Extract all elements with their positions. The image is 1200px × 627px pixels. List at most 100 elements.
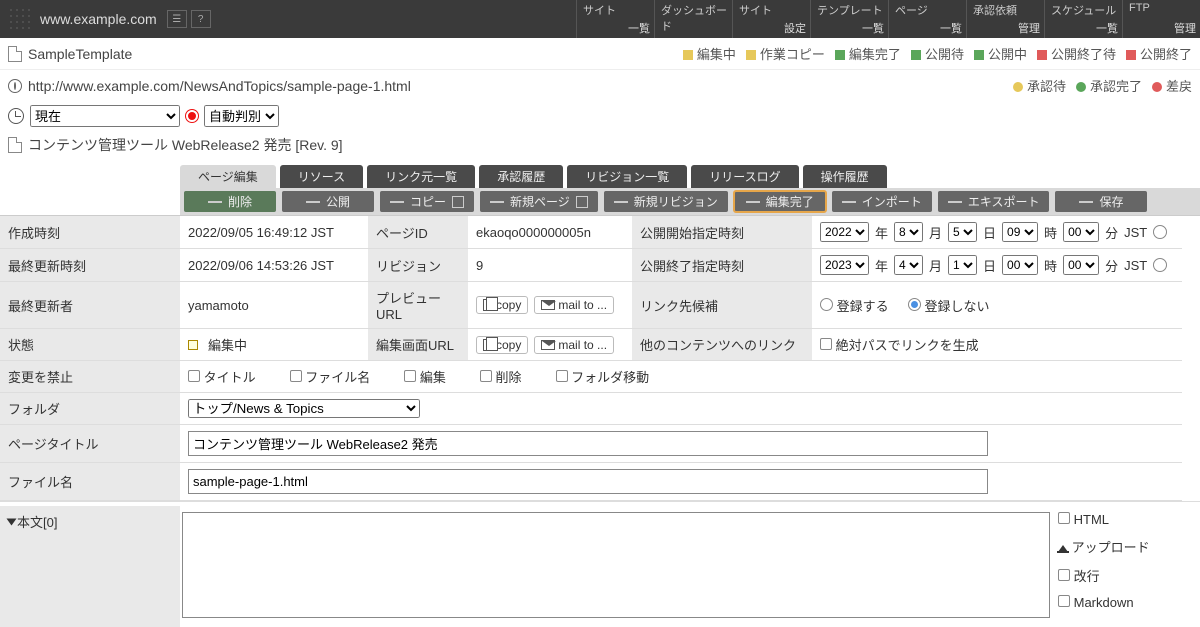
nav-item-6[interactable]: スケジュール一覧 xyxy=(1044,0,1122,38)
page-long-title: コンテンツ管理ツール WebRelease2 発売 [Rev. 9] xyxy=(28,135,343,155)
newrevision-button[interactable]: 新規リビジョン xyxy=(604,191,728,212)
template-icon xyxy=(8,46,22,62)
preview-label: プレビューURL xyxy=(368,282,468,329)
export-button[interactable]: エキスポート xyxy=(938,191,1050,212)
clock-icon xyxy=(8,108,24,124)
body-wrap-checkbox[interactable]: 改行 xyxy=(1058,566,1150,585)
status-value: 編集中 xyxy=(180,329,368,361)
body-label[interactable]: 本文[0] xyxy=(0,506,130,537)
pubstart-day[interactable]: 5 xyxy=(948,222,977,242)
encoding-select[interactable]: 自動判別 xyxy=(204,105,279,127)
updated-label: 最終更新時刻 xyxy=(0,249,180,282)
nav-item-4[interactable]: ページ一覧 xyxy=(888,0,966,38)
template-name: SampleTemplate xyxy=(28,46,132,62)
pagetitle-label: ページタイトル xyxy=(0,425,180,463)
pubstart-min[interactable]: 00 xyxy=(1063,222,1099,242)
pubend-min[interactable]: 00 xyxy=(1063,255,1099,275)
pagetitle-input[interactable] xyxy=(188,431,988,456)
mail-icon xyxy=(541,340,555,350)
otherlink-label: 他のコンテンツへのリンク xyxy=(632,329,812,361)
tab-承認履歴[interactable]: 承認履歴 xyxy=(479,165,563,188)
preview-copy-button[interactable]: copy xyxy=(476,296,528,314)
updated-value: 2022/09/06 14:53:26 JST xyxy=(180,249,368,282)
pageid-label: ページID xyxy=(368,216,468,249)
pubend-hour[interactable]: 00 xyxy=(1002,255,1038,275)
copy-icon xyxy=(483,299,493,311)
author-value: yamamoto xyxy=(180,282,368,329)
legend-item: 作業コピー xyxy=(746,44,825,63)
legend-item: 公開中 xyxy=(974,44,1027,63)
app-logo xyxy=(8,7,32,31)
revision-value: 9 xyxy=(468,249,632,282)
copy-icon xyxy=(483,339,493,351)
pubend-month[interactable]: 4 xyxy=(894,255,923,275)
tab-ページ編集[interactable]: ページ編集 xyxy=(180,165,276,188)
pubstart-label: 公開開始指定時刻 xyxy=(632,216,812,249)
legend-item: 公開待 xyxy=(911,44,964,63)
editurl-mail-button[interactable]: mail to ... xyxy=(534,336,614,354)
protect-label: 変更を禁止 xyxy=(0,361,180,393)
page-icon xyxy=(8,137,22,153)
pubstart-month[interactable]: 8 xyxy=(894,222,923,242)
revision-label: リビジョン xyxy=(368,249,468,282)
import-button[interactable]: インポート xyxy=(832,191,932,212)
upload-icon xyxy=(1058,545,1068,552)
author-label: 最終更新者 xyxy=(0,282,180,329)
editdone-button[interactable]: 編集完了 xyxy=(734,191,826,212)
pubend-field: 2023年 4月 1日 00時 00分 JST xyxy=(812,249,1182,282)
register-yes[interactable]: 登録する xyxy=(820,296,889,315)
register-no[interactable]: 登録しない xyxy=(908,296,990,315)
nav-item-2[interactable]: サイト設定 xyxy=(732,0,810,38)
toolbar-small-icon-1[interactable]: ☰ xyxy=(167,10,187,28)
pubend-day[interactable]: 1 xyxy=(948,255,977,275)
pubstart-hour[interactable]: 09 xyxy=(1002,222,1038,242)
time-select[interactable]: 現在 xyxy=(30,105,180,127)
copy-button[interactable]: コピー xyxy=(380,191,474,212)
legend-item: 差戻 xyxy=(1152,76,1192,95)
folder-select[interactable]: トップ/News & Topics xyxy=(188,399,420,418)
save-button[interactable]: 保存 xyxy=(1055,191,1147,212)
tab-リソース[interactable]: リソース xyxy=(280,165,363,188)
filename-label: ファイル名 xyxy=(0,463,180,501)
editurl-copy-button[interactable]: copy xyxy=(476,336,528,354)
nav-item-7[interactable]: FTP管理 xyxy=(1122,0,1200,38)
protect-opt-編集[interactable]: 編集 xyxy=(404,367,446,386)
protect-opt-フォルダ移動[interactable]: フォルダ移動 xyxy=(556,367,650,386)
tab-操作履歴[interactable]: 操作履歴 xyxy=(803,165,887,188)
nav-item-0[interactable]: サイト一覧 xyxy=(576,0,654,38)
protect-opt-ファイル名[interactable]: ファイル名 xyxy=(290,367,371,386)
publish-button[interactable]: 公開 xyxy=(282,191,374,212)
filename-input[interactable] xyxy=(188,469,988,494)
chevron-down-icon xyxy=(7,519,17,526)
created-label: 作成時刻 xyxy=(0,216,180,249)
linkcand-label: リンク先候補 xyxy=(632,282,812,329)
abspath-checkbox[interactable]: 絶対パスでリンクを生成 xyxy=(820,335,979,354)
protect-opt-削除[interactable]: 削除 xyxy=(480,367,522,386)
clock-icon[interactable] xyxy=(1153,225,1167,239)
delete-button[interactable]: 削除 xyxy=(184,191,276,212)
newpage-button[interactable]: 新規ページ xyxy=(480,191,598,212)
nav-item-5[interactable]: 承認依頼管理 xyxy=(966,0,1044,38)
body-upload-button[interactable]: アップロード xyxy=(1058,537,1150,556)
pubend-year[interactable]: 2023 xyxy=(820,255,869,275)
tab-リビジョン一覧[interactable]: リビジョン一覧 xyxy=(567,165,687,188)
body-markdown-checkbox[interactable]: Markdown xyxy=(1058,595,1150,610)
nav-item-1[interactable]: ダッシュボード xyxy=(654,0,732,38)
preview-mail-button[interactable]: mail to ... xyxy=(534,296,614,314)
editurl-label: 編集画面URL xyxy=(368,329,468,361)
tab-リンク元一覧[interactable]: リンク元一覧 xyxy=(367,165,475,188)
page-url: http://www.example.com/NewsAndTopics/sam… xyxy=(28,78,411,94)
help-icon[interactable]: ? xyxy=(191,10,211,28)
status-label: 状態 xyxy=(0,329,180,361)
clock-icon[interactable] xyxy=(1153,258,1167,272)
tab-リリースログ[interactable]: リリースログ xyxy=(691,165,798,188)
body-textarea[interactable] xyxy=(182,512,1050,618)
legend-item: 承認完了 xyxy=(1076,76,1142,95)
legend-item: 公開終了待 xyxy=(1037,44,1116,63)
pubend-label: 公開終了指定時刻 xyxy=(632,249,812,282)
protect-opt-タイトル[interactable]: タイトル xyxy=(188,367,256,386)
nav-item-3[interactable]: テンプレート一覧 xyxy=(810,0,888,38)
legend-item: 承認待 xyxy=(1013,76,1066,95)
pubstart-year[interactable]: 2022 xyxy=(820,222,869,242)
body-html-checkbox[interactable]: HTML xyxy=(1058,512,1150,527)
